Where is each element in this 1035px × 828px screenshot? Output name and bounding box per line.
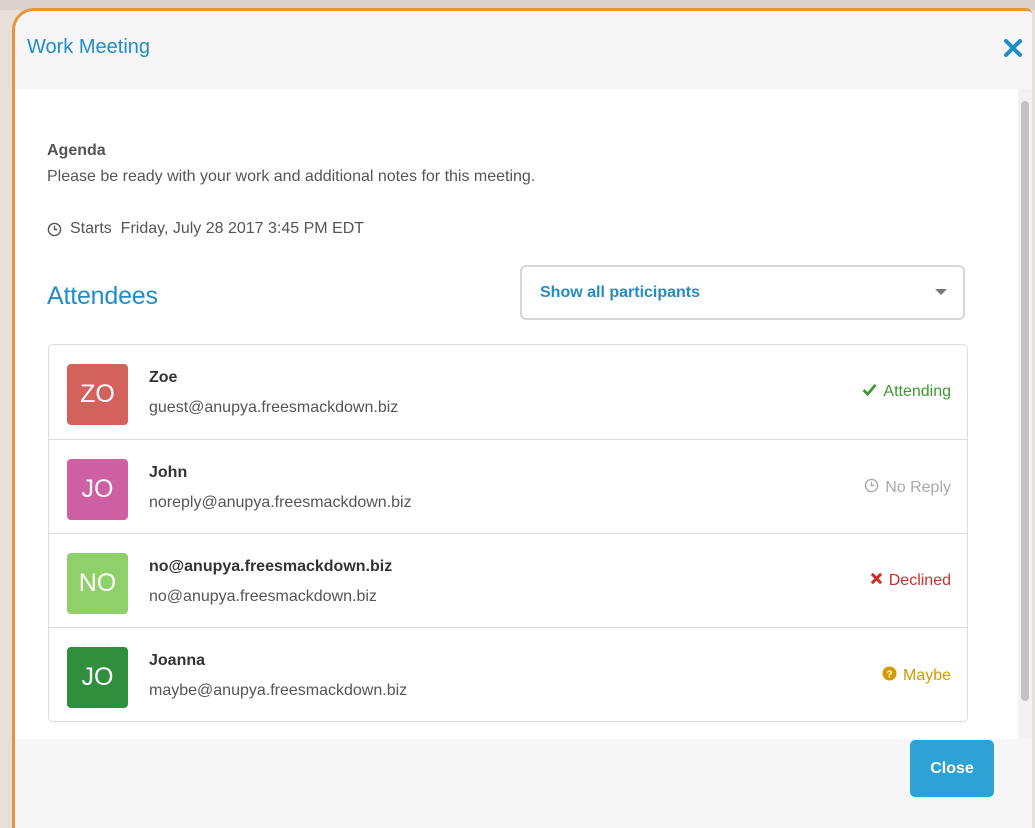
attendees-heading: Attendees [47, 282, 158, 310]
attendee-email: no@anupya.freesmackdown.biz [149, 588, 377, 605]
agenda-text: Please be ready with your work and addit… [47, 168, 536, 185]
avatar: JO [67, 647, 128, 708]
attendee-row: NO no@anupya.freesmackdown.biz no@anupya… [49, 533, 967, 627]
attendee-email: guest@anupya.freesmackdown.biz [149, 399, 399, 416]
attendee-status-label: Declined [888, 572, 951, 589]
agenda-label: Agenda [47, 142, 106, 159]
attendee-name: John [149, 464, 188, 481]
check-icon [862, 383, 883, 401]
attendee-name: Joanna [149, 652, 206, 669]
attendee-status: ? Maybe [882, 666, 951, 686]
scrollbar-thumb[interactable] [1021, 101, 1029, 701]
x-icon [870, 572, 889, 590]
start-time: Starts Friday, July 28 2017 3:45 PM EDT [47, 220, 364, 238]
attendee-status-label: Attending [883, 383, 951, 400]
modal-body: Agenda Please be ready with your work an… [15, 89, 1018, 739]
meeting-modal: Work Meeting Agenda Please be ready with… [12, 8, 1032, 828]
question-circle-icon: ? [882, 666, 903, 686]
attendee-status: Attending [862, 383, 951, 401]
attendee-name: Zoe [149, 369, 178, 386]
caret-down-icon [935, 289, 947, 295]
participant-filter-value: Show all participants [540, 284, 701, 301]
attendee-email: maybe@anupya.freesmackdown.biz [149, 682, 408, 699]
attendee-email: noreply@anupya.freesmackdown.biz [149, 494, 412, 511]
avatar: NO [67, 553, 128, 614]
attendee-list: ZO Zoe guest@anupya.freesmackdown.biz At… [48, 344, 968, 722]
attendee-status-label: No Reply [885, 479, 951, 496]
start-time-text: Starts Friday, July 28 2017 3:45 PM EDT [70, 220, 365, 237]
scrollbar[interactable] [1018, 89, 1032, 739]
close-button[interactable]: Close [910, 740, 994, 797]
attendee-status: Declined [870, 572, 951, 590]
attendee-status: No Reply [864, 478, 951, 498]
attendee-status-label: Maybe [902, 667, 951, 684]
avatar: JO [67, 459, 128, 520]
avatar: ZO [67, 364, 128, 425]
participant-filter-select[interactable]: Show all participants [520, 265, 965, 320]
close-icon[interactable] [1002, 37, 1024, 59]
svg-text:?: ? [886, 669, 892, 680]
attendee-row: ZO Zoe guest@anupya.freesmackdown.biz At… [49, 345, 967, 439]
clock-icon [47, 222, 62, 236]
clock-icon [864, 478, 885, 498]
attendee-row: JO John noreply@anupya.freesmackdown.biz… [49, 439, 967, 533]
modal-title: Work Meeting [27, 36, 151, 58]
attendee-name: no@anupya.freesmackdown.biz [149, 558, 393, 575]
attendee-row: JO Joanna maybe@anupya.freesmackdown.biz… [49, 627, 967, 721]
modal-header: Work Meeting [15, 11, 1032, 89]
